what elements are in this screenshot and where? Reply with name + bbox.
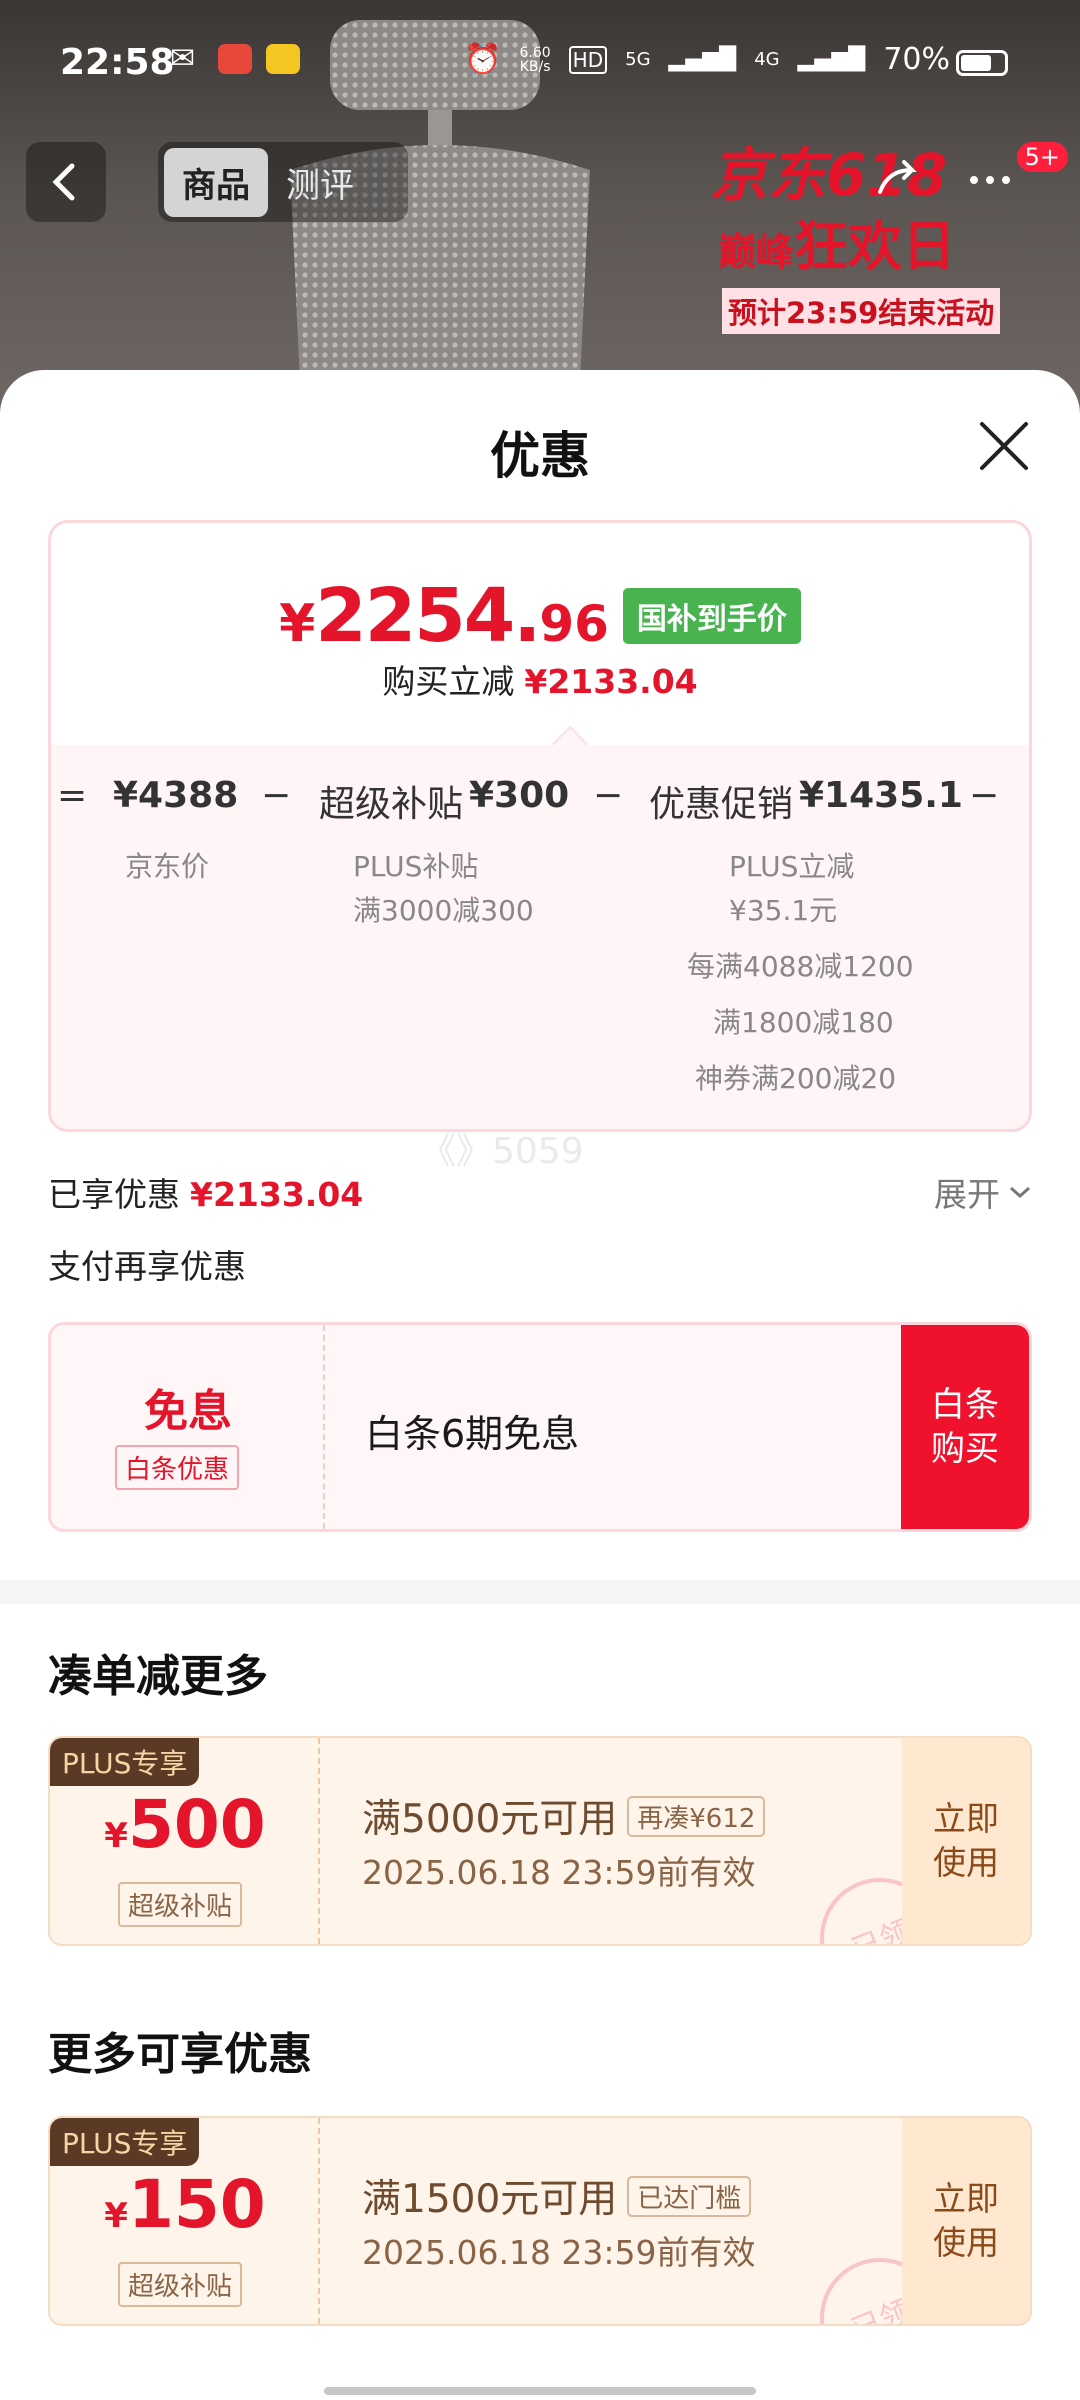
app-red-icon [218, 44, 252, 74]
price-summary-card: ¥ 2254. 96 国补到手价 购买立减 ¥2133.04 = ¥4388 − … [48, 520, 1032, 1132]
save-label: 购买立减 [382, 662, 515, 701]
expand-button[interactable]: 展开 [934, 1168, 1032, 1216]
coupon-type: 超级补贴 [118, 1882, 243, 1927]
enjoyed-label: 已享优惠 [48, 1175, 180, 1214]
promo-sub-2: ¥35.1元 [729, 894, 838, 927]
coupon-type: 超级补贴 [118, 2262, 243, 2307]
price-formula: = ¥4388 − 超级补贴 ¥300 − 优惠促销 ¥1435.1 − [51, 775, 1029, 835]
minus-sign: − [969, 775, 1000, 816]
interest-free-label: 免息 [144, 1386, 232, 1437]
battery-icon [956, 50, 1008, 76]
pay-more-label: 支付再享优惠 [48, 1247, 246, 1286]
baitiao-offer-card[interactable]: 免息 白条优惠 白条6期免息 白条 购买 [48, 1322, 1032, 1532]
share-icon[interactable] [868, 150, 928, 210]
price-decimal: 96 [539, 595, 609, 653]
promo-sub-1: PLUS立减 [729, 850, 855, 883]
signal-4g: 4G [754, 49, 780, 70]
coupon-validity: 2025.06.18 23:59前有效 [362, 1853, 756, 1892]
plus-tag: PLUS专享 [50, 1738, 200, 1786]
subsidy-sub-1: PLUS补贴 [353, 850, 479, 883]
status-time: 22:58 [60, 42, 175, 83]
discount-sheet: 优惠 ¥ 2254. 96 国补到手价 购买立减 ¥2133.04 = ¥4388… [0, 370, 1080, 2400]
wechat-icon: ✉ [170, 41, 196, 76]
coupon-amount: ¥150 [104, 2166, 266, 2243]
use-now-button[interactable]: 立即 使用 [902, 2118, 1030, 2324]
coupon-card[interactable]: PLUS专享 ¥150 超级补贴 满1500元可用 已达门槛 2025.06.18… [48, 2116, 1032, 2326]
promo-line3: 预计23:59结束活动 [722, 288, 1001, 334]
coupon-badge: 已达门槛 [627, 2175, 752, 2217]
base-price-sub: 京东价 [125, 850, 210, 883]
back-arrow-icon [52, 163, 75, 201]
section-title-more-offers: 更多可享优惠 [48, 2029, 312, 2080]
subsidy-price-tag: 国补到手价 [622, 588, 801, 644]
sheet-title: 优惠 [490, 427, 590, 485]
plus-tag: PLUS专享 [50, 2118, 200, 2166]
net-speed: 6.60 KB/s [519, 44, 551, 75]
subsidy-label: 超级补贴 [319, 784, 464, 825]
watermark: 《》5059 [420, 1131, 584, 1172]
baitiao-tag: 白条优惠 [115, 1445, 240, 1490]
promo-line2: 巅峰狂欢日 [718, 215, 957, 278]
product-background: 22:58 ✉ ⏰ 6.60 KB/s HD 5G ▂▄▆█ 4G ▂▄▆█ 7… [0, 0, 1080, 420]
back-button[interactable] [26, 142, 106, 222]
hd-icon: HD [568, 45, 608, 74]
promo-sub-4: 满1800减180 [713, 1006, 894, 1039]
message-badge: 5+ [1016, 142, 1068, 172]
baitiao-text: 白条6期免息 [365, 1412, 580, 1456]
subsidy-sub-2: 满3000减300 [353, 894, 534, 927]
notification-icons: ✉ [170, 44, 300, 74]
product-tabs: 商品 测评 [158, 142, 408, 222]
signal-bars-icon: ▂▄▆█ [668, 47, 737, 72]
home-indicator[interactable] [324, 2387, 756, 2395]
save-amount-row: 购买立减 ¥2133.04 [51, 655, 1029, 703]
base-price: ¥4388 [113, 775, 239, 816]
section-title-more-discount: 凑单减更多 [48, 1651, 268, 1702]
signal-5g: 5G [625, 49, 651, 70]
chevron-down-icon [1010, 1186, 1030, 1199]
promo-value: ¥1435.1 [799, 775, 963, 816]
close-icon[interactable] [976, 418, 1032, 474]
promo-sub-3: 每满4088减1200 [687, 950, 914, 983]
coupon-card[interactable]: PLUS专享 ¥500 超级补贴 满5000元可用 再凑¥612 2025.06.… [48, 1736, 1032, 1946]
app-yellow-icon [266, 44, 300, 74]
signal-bars-icon: ▂▄▆█ [797, 47, 866, 72]
promo-sub-5: 神券满200减20 [695, 1062, 897, 1095]
price-symbol: ¥ [279, 594, 316, 654]
status-right: ⏰ 6.60 KB/s HD 5G ▂▄▆█ 4G ▂▄▆█ 70% [464, 42, 950, 77]
enjoyed-value: ¥2133.04 [190, 1175, 364, 1214]
coupon-validity: 2025.06.18 23:59前有效 [362, 2233, 756, 2272]
final-price: ¥ 2254. 96 国补到手价 [51, 573, 1029, 659]
section-divider [0, 1580, 1080, 1604]
minus-sign: − [593, 775, 624, 816]
enjoyed-row: 已享优惠 ¥2133.04 [48, 1168, 363, 1216]
minus-sign: − [261, 775, 292, 816]
use-now-button[interactable]: 立即 使用 [902, 1738, 1030, 1944]
equals-sign: = [57, 775, 88, 816]
coupon-condition: 满5000元可用 再凑¥612 [362, 1788, 766, 1844]
subsidy-value: ¥300 [469, 775, 570, 816]
battery-percent: 70% [883, 42, 950, 77]
price-integer: 2254. [315, 573, 541, 659]
tab-product[interactable]: 商品 [164, 147, 268, 217]
coupon-amount: ¥500 [104, 1786, 266, 1863]
coupon-badge: 再凑¥612 [627, 1795, 766, 1837]
coupon-condition: 满1500元可用 已达门槛 [362, 2168, 752, 2224]
tab-review[interactable]: 测评 [268, 148, 372, 217]
promo-label: 优惠促销 [649, 784, 794, 825]
save-value: ¥2133.04 [524, 662, 698, 701]
baitiao-buy-button[interactable]: 白条 购买 [901, 1325, 1029, 1529]
alarm-icon: ⏰ [464, 42, 502, 77]
more-icon[interactable] [960, 150, 1020, 210]
expand-label: 展开 [934, 1175, 1000, 1214]
